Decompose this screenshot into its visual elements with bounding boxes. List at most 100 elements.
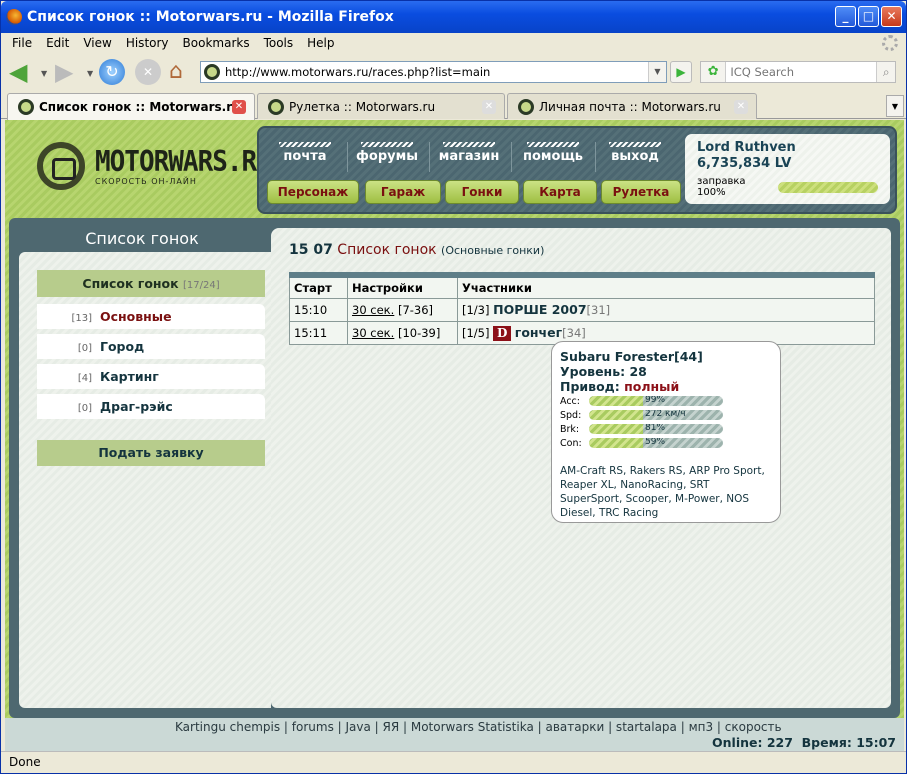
throbber-icon [882,35,898,51]
column-header: Настройки [347,274,458,299]
nav-link-help[interactable]: помощь [513,142,593,164]
header-navigation: почта форумы магазин помощь выход Персон… [257,126,897,214]
sidebar-item-drag[interactable]: [0] Драг-рэйс [37,394,265,419]
column-header: Старт [289,274,348,299]
menu-help[interactable]: Help [307,36,334,50]
icq-search-box[interactable]: ✿ ⌕ [700,61,896,83]
nav-link-shop[interactable]: магазин [429,142,509,164]
search-icon[interactable]: ⌕ [876,62,895,82]
drive-label: Привод: [560,379,620,394]
page-title-text: Список гонок [337,242,437,258]
go-button[interactable]: ▶ [670,61,692,83]
settings-link[interactable]: 30 сек. [352,326,394,340]
races-button[interactable]: Гонки [445,180,519,204]
user-balance: 6,735,834 LV [697,156,792,171]
icq-flower-icon[interactable]: ✿ [701,62,727,82]
sidebar-item-karting[interactable]: [4] Картинг [37,364,265,389]
home-button[interactable]: ⌂ [169,59,195,85]
player-name[interactable]: гончег [515,325,562,340]
map-button[interactable]: Карта [523,180,597,204]
url-bar[interactable]: http://www.motorwars.ru/races.php?list=m… [200,61,667,83]
stat-bar-fill [589,410,643,420]
menu-view[interactable]: View [83,36,111,50]
tuning-brands: AM-Craft RS, Rakers RS, ARP Pro Sport, R… [560,465,765,519]
close-tab-icon[interactable]: ✕ [482,100,496,114]
site-logo[interactable]: MOTORWARS.RU СКОРОСТЬ ОН-ЛАЙН [37,142,272,190]
nav-link-forums[interactable]: форумы [347,142,427,164]
stat-value: 99% [645,396,666,405]
tab-bar: Список гонок :: Motorwars.ru ✕ Рулетка :… [1,91,906,120]
close-tab-icon[interactable]: ✕ [232,100,246,114]
tab-list-dropdown[interactable]: ▼ [886,95,904,117]
site-favicon [204,64,220,80]
stat-row: Brk: 81% [560,422,772,436]
settings-link[interactable]: 30 сек. [352,303,394,317]
tab-label: Рулетка :: Motorwars.ru [289,99,436,114]
url-text[interactable]: http://www.motorwars.ru/races.php?list=m… [225,65,490,79]
tab-mail[interactable]: Личная почта :: Motorwars.ru ✕ [507,93,757,119]
slots: [1/3] [462,303,490,317]
minimize-button[interactable]: _ [835,6,856,27]
sidebar-item-city[interactable]: [0] Город [37,334,265,359]
stat-row: Acc: 99% [560,394,772,408]
navigation-toolbar: ◀ ▼ ▶ ▼ ↻ ✕ ⌂ http://www.motorwars.ru/ra… [1,55,906,89]
stat-value: 81% [645,424,666,433]
team-logo-icon[interactable]: D [493,325,512,341]
level-range: [7-36] [397,302,434,317]
stop-button[interactable]: ✕ [135,59,161,85]
browser-window: Список гонок :: Motorwars.ru - Mozilla F… [0,0,907,774]
fuel-label: заправка 100% [697,176,746,198]
item-count: [13] [71,313,92,324]
title-bar: Список гонок :: Motorwars.ru - Mozilla F… [1,1,906,33]
roulette-button[interactable]: Рулетка [601,180,681,204]
menu-file[interactable]: File [12,36,32,50]
menu-edit[interactable]: Edit [46,36,69,50]
forward-button[interactable]: ▶ [55,59,81,85]
status-bar: Done [1,751,906,773]
back-button[interactable]: ◀ [9,59,35,85]
race-list-header-label: Список гонок [82,276,179,291]
menu-tools[interactable]: Tools [264,36,294,50]
tab-races[interactable]: Список гонок :: Motorwars.ru ✕ [7,93,255,120]
footer-links[interactable]: Kartingu chempis | forums | Java | ЯЯ | … [175,720,782,734]
character-button[interactable]: Персонаж [267,180,359,204]
close-button[interactable]: ✕ [881,6,902,27]
stat-row: Spd: 272 км/ч [560,408,772,422]
start-time: 15:11 [289,320,348,345]
menu-history[interactable]: History [126,36,169,50]
stat-bar: 81% [589,424,723,434]
back-history-dropdown[interactable]: ▼ [41,69,47,78]
maximize-button[interactable]: □ [858,6,879,27]
stat-bar: 272 км/ч [589,410,723,420]
stat-value: 59% [645,438,666,447]
race-list-header[interactable]: Список гонок [17/24] [37,270,265,297]
menu-bookmarks[interactable]: Bookmarks [183,36,250,50]
nav-link-logout[interactable]: выход [595,142,675,164]
submit-application-button[interactable]: Подать заявку [37,440,265,466]
player-name[interactable]: ПОРШЕ 2007 [493,302,586,317]
close-tab-icon[interactable]: ✕ [734,100,748,114]
sidebar-item-main[interactable]: [13] Основные [37,304,265,329]
tab-label: Личная почта :: Motorwars.ru [539,99,721,114]
stat-key: Spd: [560,409,582,421]
stat-bar: 99% [589,396,723,406]
forward-history-dropdown[interactable]: ▼ [87,69,93,78]
site-favicon [18,99,34,115]
site-favicon [268,98,284,115]
slots: [1/5] [462,325,490,340]
tab-roulette[interactable]: Рулетка :: Motorwars.ru ✕ [257,93,505,119]
user-name[interactable]: Lord Ruthven [697,140,878,155]
car-level: Уровень: 28 [560,364,647,379]
item-label: Основные [100,309,172,324]
garage-button[interactable]: Гараж [365,180,441,204]
nav-link-mail[interactable]: почта [265,142,345,164]
race-list-count: [17/24] [182,280,220,291]
icq-search-input[interactable] [726,63,877,81]
url-dropdown-icon[interactable]: ▼ [648,62,666,82]
player-level: [34] [562,325,586,340]
item-count: [0] [77,343,92,354]
sidebar-title: Список гонок [85,229,199,248]
firefox-icon [6,9,22,25]
drive-value: полный [624,379,680,394]
reload-button[interactable]: ↻ [99,59,125,85]
